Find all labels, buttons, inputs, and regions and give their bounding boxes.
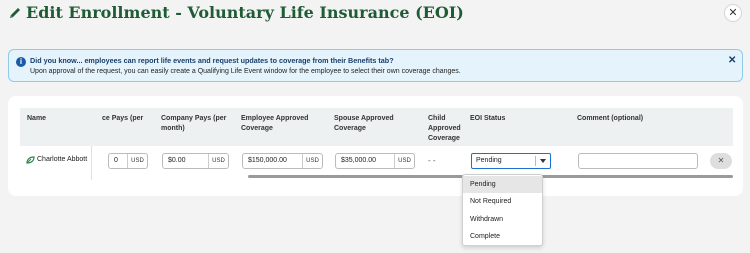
eoi-status-select[interactable]: Pending: [471, 153, 551, 169]
column-employee-pays: ce Pays (per: [102, 115, 144, 122]
spouse-approved-field[interactable]: $35,000.00 USD: [335, 153, 415, 169]
enrollment-card: ce Pays (per Company Pays (per month) Em…: [8, 96, 743, 196]
page-title: Edit Enrollment - Voluntary Life Insuran…: [26, 3, 464, 22]
employee-pays-field[interactable]: 0 USD: [108, 153, 148, 169]
modal-header: Edit Enrollment - Voluntary Life Insuran…: [0, 0, 750, 32]
info-banner-title: Did you know... employees can report lif…: [30, 56, 394, 65]
column-spouse-approved: Spouse Approved Coverage: [334, 115, 394, 132]
option-not-required[interactable]: Not Required: [463, 193, 542, 210]
comment-input[interactable]: [578, 153, 698, 169]
column-company-pays: Company Pays (per month): [161, 115, 227, 132]
table-header: ce Pays (per Company Pays (per month) Em…: [20, 108, 733, 146]
remove-row-button[interactable]: ✕: [710, 153, 732, 169]
column-child-approved: Child Approved Coverage: [428, 115, 461, 142]
child-approved-value: - -: [428, 156, 436, 165]
info-banner-body: Upon approval of the request, you can ea…: [30, 68, 461, 75]
dismiss-banner-button[interactable]: ✕: [728, 55, 736, 66]
column-name: Name: [27, 115, 47, 122]
leaf-icon: [26, 156, 35, 164]
column-eoi-status: EOI Status: [470, 115, 506, 122]
eoi-status-dropdown: Pending Not Required Withdrawn Complete: [462, 174, 543, 246]
info-banner: i Did you know... employees can report l…: [8, 49, 743, 82]
chevron-down-icon[interactable]: [540, 159, 546, 163]
company-pays-field[interactable]: $0.00 USD: [162, 153, 229, 169]
horizontal-scrollbar[interactable]: [92, 174, 733, 180]
option-withdrawn[interactable]: Withdrawn: [463, 211, 542, 228]
employee-approved-field[interactable]: $150,000.00 USD: [242, 153, 323, 169]
pencil-icon: [10, 8, 20, 18]
column-employee-approved: Employee Approved Coverage: [241, 115, 309, 132]
frozen-name-column: Name Charlotte Abbott: [20, 108, 92, 180]
info-icon: i: [16, 57, 26, 67]
option-complete[interactable]: Complete: [463, 228, 542, 245]
column-comment: Comment (optional): [577, 115, 644, 122]
enrollment-table: ce Pays (per Company Pays (per month) Em…: [20, 108, 733, 180]
employee-name[interactable]: Charlotte Abbott: [37, 156, 87, 163]
option-pending[interactable]: Pending: [463, 176, 542, 193]
close-modal-button[interactable]: ✕: [724, 4, 742, 22]
